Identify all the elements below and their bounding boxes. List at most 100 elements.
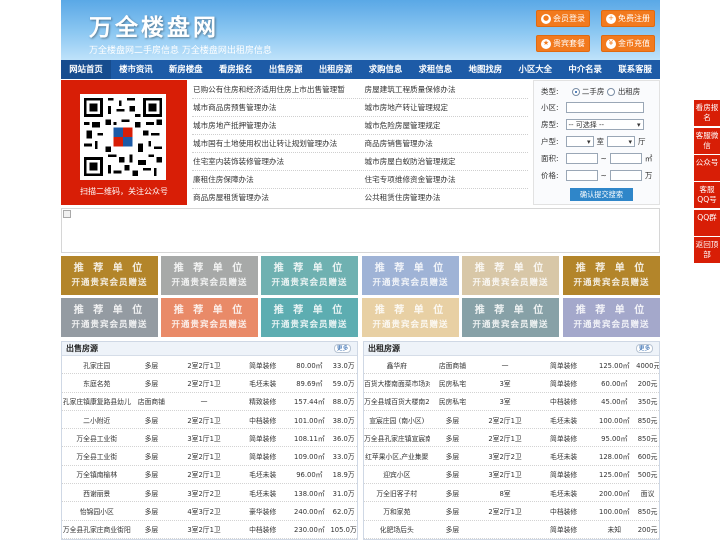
listing-community[interactable]: 东庭名苑 [62, 378, 132, 388]
recommended-unit-tile[interactable]: 推 荐 单 位开通贵宾会员赠送 [462, 256, 559, 295]
policy-link[interactable]: 城市房地产转让管理规定 [357, 99, 529, 116]
listing-row[interactable]: 万全县工业街 多层 2室2厅1卫 简单装修 109.00㎡ 33.0万 [62, 447, 357, 466]
recommended-unit-tile[interactable]: 推 荐 单 位开通贵宾会员赠送 [362, 298, 459, 337]
listing-row[interactable]: 东庭名苑 多层 2室2厅1卫 毛坯未装 89.69㎡ 59.0万 [62, 374, 357, 393]
recommended-unit-tile[interactable]: 推 荐 单 位开通贵宾会员赠送 [563, 256, 660, 295]
listing-community[interactable]: 万全旧客子村 [364, 488, 430, 498]
listing-community[interactable]: 二小附近 [62, 415, 132, 425]
listing-row[interactable]: 化肥场后头 多层 简单装修 未知 200元 [364, 521, 659, 539]
nav-agents[interactable]: 中介名录 [560, 60, 610, 79]
listing-community[interactable]: 万全县孔家庄商业街阳 [62, 524, 132, 534]
recommended-unit-tile[interactable]: 推 荐 单 位开通贵宾会员赠送 [161, 256, 258, 295]
listing-community[interactable]: 百货大楼南面菜市场对 [364, 378, 430, 388]
radio-second-hand[interactable]: 二手房 [571, 86, 604, 97]
listing-community[interactable]: 万全镇南榆林 [62, 469, 132, 479]
register-button[interactable]: + 免费注册 [601, 10, 655, 27]
listing-row[interactable]: 百货大楼南面菜市场对 民房私宅 3室 简单装修 60.00㎡ 200元 [364, 374, 659, 393]
policy-link[interactable]: 廉租住房保障办法 [192, 171, 357, 188]
nav-for-sale[interactable]: 出售房源 [261, 60, 311, 79]
policy-link[interactable]: 城市商品房预售管理办法 [192, 99, 357, 116]
side-service-wechat[interactable]: 客服微信 [694, 128, 720, 154]
policy-link[interactable]: 房屋建筑工程质量保修办法 [357, 81, 529, 98]
listing-row[interactable]: 宣宸庄园 (南小区) 多层 2室2厅1卫 毛坯未装 100.00㎡ 850元 [364, 411, 659, 430]
listing-row[interactable]: 万全县城百货大楼南2 民房私宅 3室 中档装修 45.00㎡ 350元 [364, 393, 659, 411]
recommended-unit-tile[interactable]: 推 荐 单 位开通贵宾会员赠送 [261, 298, 358, 337]
listing-community[interactable]: 万全县工业街 [62, 433, 132, 443]
listing-row[interactable]: 孔家庄镇康复路县幼儿 店面商铺 一 精致装修 157.44㎡ 88.0万 [62, 393, 357, 411]
listing-community[interactable]: 宣宸庄园 (南小区) [364, 415, 430, 425]
listing-row[interactable]: 西谢丽景 多层 3室2厅2卫 毛坯未装 138.00㎡ 31.0万 [62, 484, 357, 503]
policy-link[interactable]: 住宅室内装饰装修管理办法 [192, 153, 357, 170]
listing-row[interactable]: 迎宾小区 多层 3室2厅1卫 简单装修 125.00㎡ 500元 [364, 466, 659, 485]
listing-community[interactable]: 孔家庄镇康复路县幼儿 [62, 396, 132, 406]
listing-community[interactable]: 万和家苑 [364, 506, 430, 516]
listing-row[interactable]: 鑫华府 店面商铺 一 简单装修 125.00㎡ 4000元 [364, 356, 659, 375]
listing-community[interactable]: 迎宾小区 [364, 469, 430, 479]
search-submit-button[interactable]: 确认提交搜索 [570, 188, 633, 201]
ad-banner[interactable] [61, 208, 660, 253]
listing-community[interactable]: 万全县城百货大楼南2 [364, 396, 430, 406]
recommended-unit-tile[interactable]: 推 荐 单 位开通贵宾会员赠送 [462, 298, 559, 337]
recommended-unit-tile[interactable]: 推 荐 单 位开通贵宾会员赠送 [161, 298, 258, 337]
recommended-unit-tile[interactable]: 推 荐 单 位开通贵宾会员赠送 [362, 256, 459, 295]
vip-package-button[interactable]: ★ 贵宾套餐 [536, 35, 590, 52]
nav-communities[interactable]: 小区大全 [510, 60, 560, 79]
area-max-input[interactable] [609, 153, 642, 164]
listing-row[interactable]: 万全县工业街 多层 3室1厅1卫 简单装修 108.11㎡ 36.0万 [62, 429, 357, 448]
listing-row[interactable]: 红苹果小区,产业集聚 多层 3室2厅2卫 毛坯未装 128.00㎡ 600元 [364, 447, 659, 466]
recommended-unit-tile[interactable]: 推 荐 单 位开通贵宾会员赠送 [261, 256, 358, 295]
listing-row[interactable]: 万和家苑 多层 2室2厅1卫 中档装修 100.00㎡ 850元 [364, 502, 659, 521]
listing-row[interactable]: 二小附近 多层 2室2厅1卫 中档装修 101.00㎡ 38.0万 [62, 411, 357, 430]
listing-community[interactable]: 万全县工业街 [62, 451, 132, 461]
listing-community[interactable]: 孔家庄园 [62, 360, 132, 370]
listing-community[interactable]: 鑫华府 [364, 360, 430, 370]
nav-new-homes[interactable]: 新房楼盘 [161, 60, 211, 79]
price-max-input[interactable] [609, 170, 642, 181]
site-logo[interactable]: 万全楼盘网 [89, 8, 219, 42]
nav-home[interactable]: 网站首页 [61, 60, 111, 79]
side-viewing-signup[interactable]: 看房报名 [694, 100, 720, 126]
listing-row[interactable]: 孔家庄园 多层 2室2厅1卫 简单装修 80.00㎡ 33.0万 [62, 356, 357, 375]
listing-community[interactable]: 万全县孔家庄镇宣宸南 [364, 433, 430, 443]
recommended-unit-tile[interactable]: 推 荐 单 位开通贵宾会员赠送 [61, 298, 158, 337]
policy-link[interactable]: 商品房销售管理办法 [357, 135, 529, 152]
house-type-select[interactable]: -- 可选择 -- ▾ [565, 119, 644, 130]
side-official-account[interactable]: 公众号 [694, 155, 720, 181]
listing-row[interactable]: 万全旧客子村 多层 8室 毛坯未装 200.00㎡ 面议 [364, 484, 659, 503]
listing-community[interactable]: 怡锦园小区 [62, 506, 132, 516]
policy-link[interactable]: 商品房屋租赁管理办法 [192, 189, 357, 207]
price-min-input[interactable] [565, 170, 598, 181]
policy-link[interactable]: 住宅专项维修资金管理办法 [357, 171, 529, 188]
policy-link[interactable]: 城市房屋白蚁防治管理规定 [357, 153, 529, 170]
coin-recharge-button[interactable]: ¥ 金币充值 [601, 35, 655, 52]
policy-link[interactable]: 城市国有土地使用权出让转让规划管理办法 [192, 135, 357, 152]
community-input[interactable] [565, 102, 644, 113]
nav-map-search[interactable]: 地图找房 [460, 60, 510, 79]
policy-link[interactable]: 城市危险房屋管理规定 [357, 117, 529, 134]
nav-contact-service[interactable]: 联系客服 [610, 60, 660, 79]
side-back-to-top[interactable]: 返回顶部 [694, 237, 720, 263]
listing-community[interactable]: 西谢丽景 [62, 488, 132, 498]
listing-row[interactable]: 万全镇南榆林 多层 2室2厅1卫 毛坯未装 96.00㎡ 18.9万 [62, 466, 357, 485]
nav-viewing-signup[interactable]: 看房报名 [211, 60, 261, 79]
recommended-unit-tile[interactable]: 推 荐 单 位开通贵宾会员赠送 [563, 298, 660, 337]
login-button[interactable]: ● 会员登录 [536, 10, 590, 27]
policy-link[interactable]: 已购公有住房和经济适用住房上市出售管理暂 [192, 81, 357, 98]
radio-rental[interactable]: 出租房 [607, 86, 640, 97]
policy-link[interactable]: 公共租赁住房管理办法 [357, 189, 529, 207]
hall-select[interactable]: ▾ [607, 136, 636, 147]
nav-news[interactable]: 楼市资讯 [111, 60, 161, 79]
area-min-input[interactable] [565, 153, 598, 164]
room-select[interactable]: ▾ [565, 136, 594, 147]
side-service-qq[interactable]: 客服QQ号 [694, 182, 720, 208]
rent-more-button[interactable]: 更多 [636, 344, 653, 353]
policy-link[interactable]: 城市房地产抵押管理办法 [192, 117, 357, 134]
recommended-unit-tile[interactable]: 推 荐 单 位开通贵宾会员赠送 [61, 256, 158, 295]
listing-community[interactable]: 化肥场后头 [364, 524, 430, 534]
listing-community[interactable]: 红苹果小区,产业集聚 [364, 451, 430, 461]
side-qq-group[interactable]: QQ群 [694, 210, 720, 236]
listing-row[interactable]: 怡锦园小区 多层 4室3厅2卫 豪华装修 240.00㎡ 62.0万 [62, 502, 357, 521]
sale-more-button[interactable]: 更多 [334, 344, 351, 353]
listing-row[interactable]: 万全县孔家庄商业街阳 多层 3室2厅1卫 中档装修 230.00㎡ 105.0万 [62, 521, 357, 539]
nav-for-rent[interactable]: 出租房源 [311, 60, 361, 79]
